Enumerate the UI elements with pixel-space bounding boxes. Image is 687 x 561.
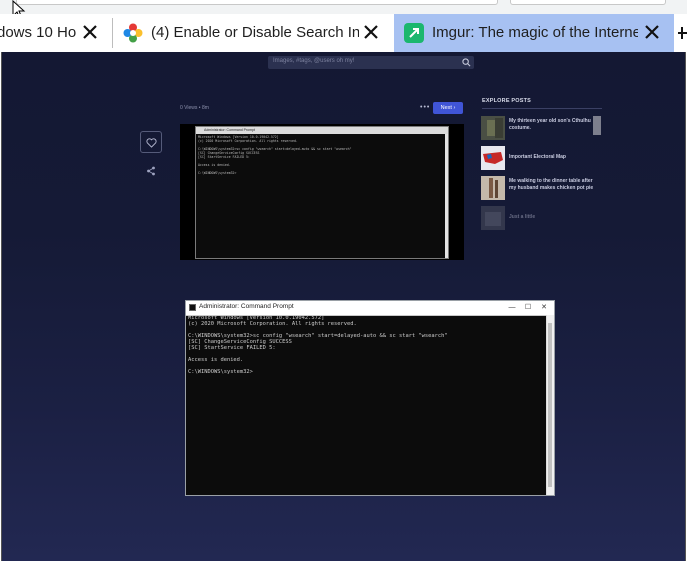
cmd-line: [SC] StartService FAILED 5: xyxy=(188,345,276,351)
tab-windows10[interactable]: dows 10 Ho xyxy=(0,14,110,52)
more-options-button[interactable]: ••• xyxy=(420,104,430,111)
post-thumbnail xyxy=(481,146,505,170)
close-icon[interactable] xyxy=(642,22,662,42)
cmd-prompt-line: C:\WINDOWS\system32> xyxy=(188,369,253,375)
sidebar-post-title: My thirteen year old son's Cthulhu costu… xyxy=(509,118,591,131)
cmd-app-icon xyxy=(189,304,196,311)
sidebar-title: EXPLORE POSTS xyxy=(482,98,532,104)
post-image-cmd-screenshot: Administrator: Command Prompt Microsoft … xyxy=(195,126,449,259)
close-button[interactable]: ✕ xyxy=(536,301,552,315)
colorful-flower-favicon-icon xyxy=(123,23,143,43)
address-bar-strip xyxy=(0,0,687,20)
sidebar-post[interactable]: Just a little xyxy=(481,206,603,230)
cmd-line: (c) 2020 Microsoft Corporation. All righ… xyxy=(188,321,357,327)
sidebar-post[interactable]: Important Electoral Map xyxy=(481,146,603,170)
mini-cmd-output: Microsoft Windows [Version 10.0.19042.57… xyxy=(198,135,352,175)
sidebar-post-title: Me walking to the dinner table after my … xyxy=(509,178,594,191)
address-field[interactable] xyxy=(16,0,498,5)
tab-strip: dows 10 Ho (4) Enable or Disable Search … xyxy=(0,14,687,52)
sidebar-post[interactable]: My thirteen year old son's Cthulhu costu… xyxy=(481,116,603,140)
imgur-favicon-icon xyxy=(404,23,424,43)
share-icon[interactable] xyxy=(146,166,156,176)
maximize-button[interactable]: ☐ xyxy=(520,301,536,315)
mini-cmd-scrollbar xyxy=(445,134,448,258)
close-icon[interactable] xyxy=(80,22,100,42)
cmd-output[interactable]: Microsoft Windows [Version 10.0.19042.57… xyxy=(188,315,546,495)
tab-title: Imgur: The magic of the Interne xyxy=(432,24,638,41)
search-input[interactable]: Images, #tags, @users oh my! xyxy=(268,56,474,69)
next-button[interactable]: Next › xyxy=(433,102,463,114)
post-thumbnail xyxy=(481,176,505,200)
tab-enable-disable-search[interactable]: (4) Enable or Disable Search Ind xyxy=(113,14,393,52)
post-thumbnail xyxy=(481,206,505,230)
cmd-titlebar[interactable]: Administrator: Command Prompt — ☐ ✕ xyxy=(186,301,554,316)
tab-imgur[interactable]: Imgur: The magic of the Interne xyxy=(394,14,674,52)
close-icon[interactable] xyxy=(361,22,381,42)
search-placeholder: Images, #tags, @users oh my! xyxy=(273,58,355,64)
command-prompt-window[interactable]: Administrator: Command Prompt — ☐ ✕ Micr… xyxy=(185,300,555,496)
cmd-window-title: Administrator: Command Prompt xyxy=(199,303,294,310)
imgur-page: Images, #tags, @users oh my! 0 Views • 8… xyxy=(1,52,686,561)
sidebar-post-title: Important Electoral Map xyxy=(509,154,566,160)
new-tab-icon[interactable] xyxy=(676,24,687,42)
mini-cmd-titlebar: Administrator: Command Prompt xyxy=(196,127,448,134)
cmd-scrollbar-thumb[interactable] xyxy=(548,323,552,487)
cmd-line: Access is denied. xyxy=(188,357,244,363)
tab-title: (4) Enable or Disable Search Ind xyxy=(151,24,359,41)
sidebar-scrollbar-thumb[interactable] xyxy=(593,116,601,135)
sidebar-post-title: Just a little xyxy=(509,214,536,220)
next-label: Next xyxy=(440,105,452,111)
tab-title: dows 10 Ho xyxy=(0,24,77,41)
sidebar-divider xyxy=(482,108,602,109)
heart-icon xyxy=(146,138,157,148)
post-thumbnail xyxy=(481,116,505,140)
minimize-button[interactable]: — xyxy=(504,301,520,315)
sidebar-post[interactable]: Me walking to the dinner table after my … xyxy=(481,176,603,200)
post-meta: 0 Views • 8m xyxy=(180,105,209,111)
search-icon[interactable] xyxy=(462,58,471,67)
cmd-scrollbar[interactable] xyxy=(546,315,554,495)
favorite-button[interactable] xyxy=(140,131,162,153)
search-field[interactable] xyxy=(510,0,666,5)
mini-cmd-title: Administrator: Command Prompt xyxy=(204,128,255,132)
